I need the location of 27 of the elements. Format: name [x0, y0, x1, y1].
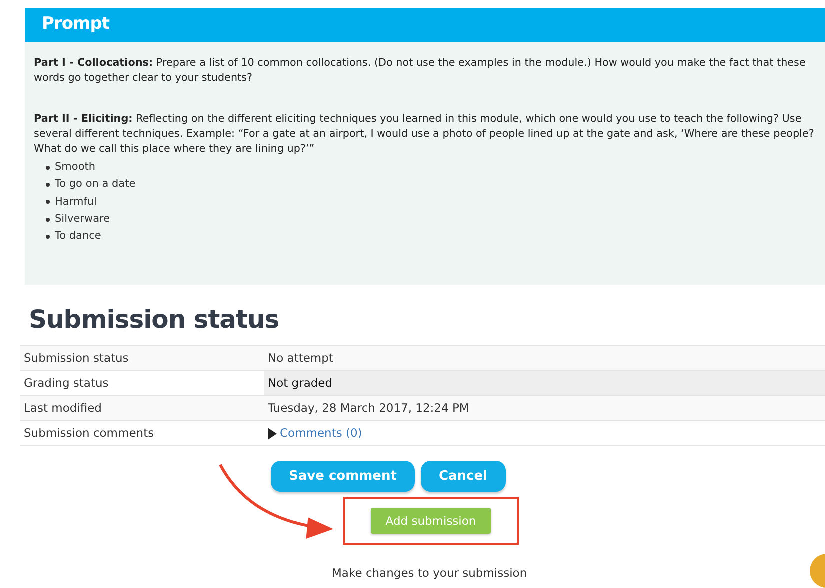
add-submission-button[interactable]: Add submission — [370, 508, 492, 534]
table-cell-text: Submission status — [23, 350, 130, 367]
bullet-icon — [46, 166, 50, 170]
prompt-paragraph: Part II - Eliciting: Reflecting on the different eliciting techniques you learned in this module, which one would you use to teach the following? Use several different techniques. Example: “For a gate at an airport, I would use a photo of people lined up at the gate and ask, ‘Where are these people? What do we call this place where they are lining up?’” — [34, 112, 815, 157]
list-item: To go on a date — [55, 177, 136, 192]
section-heading: Submission status — [29, 305, 280, 336]
bullet-icon — [46, 182, 50, 187]
list-item: Silverware — [55, 212, 110, 227]
comments-link[interactable]: Comments (0) — [280, 426, 362, 440]
hint-text: Make changes to your submission — [332, 566, 528, 580]
list-item: Harmful — [55, 194, 97, 210]
prompt-paragraph: Part I - Collocations: Prepare a list of 10 common collocations. (Do not use the examples in the module.) How would you make the fact that these words go together clear to your students? — [34, 56, 807, 86]
bullet-icon — [46, 234, 50, 239]
list-item: Smooth — [55, 160, 96, 175]
table-cell-text: Last modified — [23, 400, 103, 417]
table-cell: Not graded — [264, 371, 825, 395]
save-comment-button[interactable]: Save comment — [271, 461, 415, 492]
table-cell-text: Submission comments — [23, 425, 156, 442]
cancel-button[interactable]: Cancel — [420, 461, 506, 492]
bullet-icon — [46, 200, 50, 204]
expand-triangle-icon[interactable] — [268, 428, 277, 440]
list-item: To dance — [55, 229, 102, 244]
bullet-icon — [46, 218, 50, 222]
prompt-title: Prompt — [25, 8, 825, 42]
table-cell-text: No attempt — [267, 350, 334, 367]
table-cell-text: Tuesday, 28 March 2017, 12:24 PM — [267, 400, 470, 417]
table-cell-text: Grading status — [23, 375, 110, 392]
